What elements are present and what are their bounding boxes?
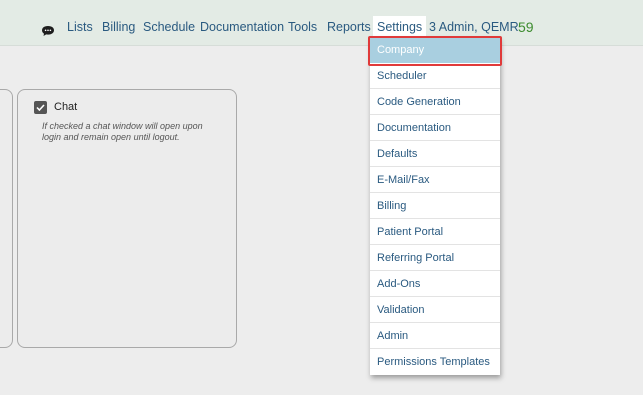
- nav-reports[interactable]: Reports: [327, 20, 371, 35]
- menu-item-company[interactable]: Company: [370, 37, 500, 63]
- menu-item-admin[interactable]: Admin: [370, 323, 500, 349]
- nav-tools[interactable]: Tools: [288, 20, 317, 35]
- chat-bubble-icon[interactable]: [41, 24, 55, 36]
- menu-item-billing[interactable]: Billing: [370, 193, 500, 219]
- settings-card-partial: [0, 89, 13, 348]
- menu-item-documentation[interactable]: Documentation: [370, 115, 500, 141]
- menu-item-add-ons[interactable]: Add-Ons: [370, 271, 500, 297]
- menu-item-defaults[interactable]: Defaults: [370, 141, 500, 167]
- user-name[interactable]: 3 Admin, QEMR: [429, 20, 519, 35]
- chat-setting-description: If checked a chat window will open upon …: [42, 121, 203, 142]
- menu-item-referring-portal[interactable]: Referring Portal: [370, 245, 500, 271]
- top-nav-bar: Lists Billing Schedule Documentation Too…: [0, 0, 643, 46]
- nav-settings[interactable]: Settings: [373, 16, 427, 38]
- menu-item-permissions-templates[interactable]: Permissions Templates: [370, 349, 500, 375]
- menu-item-email-fax[interactable]: E-Mail/Fax: [370, 167, 500, 193]
- chat-checkbox[interactable]: [34, 101, 47, 114]
- check-icon: [36, 104, 45, 111]
- menu-item-patient-portal[interactable]: Patient Portal: [370, 219, 500, 245]
- nav-billing[interactable]: Billing: [102, 20, 135, 35]
- menu-item-code-generation[interactable]: Code Generation: [370, 89, 500, 115]
- menu-item-validation[interactable]: Validation: [370, 297, 500, 323]
- settings-dropdown-menu: Company Scheduler Code Generation Docume…: [370, 37, 500, 375]
- notification-count[interactable]: 59: [518, 20, 534, 35]
- chat-setting-card: Chat If checked a chat window will open …: [17, 89, 237, 348]
- nav-schedule[interactable]: Schedule: [143, 20, 195, 35]
- nav-lists[interactable]: Lists: [67, 20, 93, 35]
- chat-setting-label: Chat: [54, 101, 78, 113]
- menu-item-scheduler[interactable]: Scheduler: [370, 63, 500, 89]
- nav-documentation[interactable]: Documentation: [200, 20, 284, 35]
